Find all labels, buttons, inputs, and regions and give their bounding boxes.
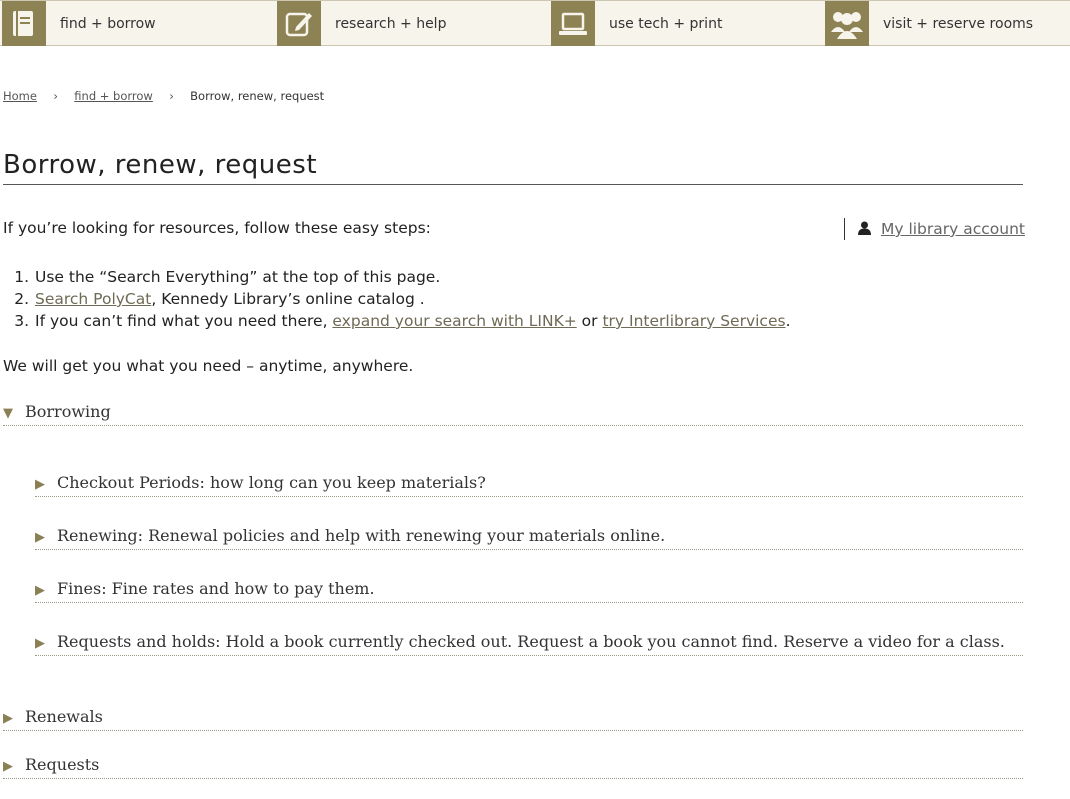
my-library-account-link[interactable]: My library account [881,220,1025,238]
accordion-label: Checkout Periods: how long can you keep … [57,473,486,492]
step-text: Use the “Search Everything” at the top o… [35,268,441,286]
triangle-right-icon: ▶ [3,759,13,774]
triangle-right-icon: ▶ [35,583,45,598]
breadcrumb-separator: › [169,89,174,103]
accordion-requests[interactable]: ▶ Requests [3,755,1023,779]
step-text: If you can’t find what you need there, [35,312,333,330]
page-title: Borrow, renew, request [3,150,1023,185]
accordion-label: Requests and holds: Hold a book currentl… [57,632,1005,651]
accordion-label: Borrowing [25,402,111,421]
nav-research-help[interactable]: research + help [277,1,446,46]
nav-label: use tech + print [609,15,723,32]
triangle-right-icon: ▶ [35,477,45,492]
list-item: 3. If you can’t find what you need there… [3,310,791,332]
book-icon [2,1,46,46]
breadcrumb-current: Borrow, renew, request [190,89,325,103]
user-icon [857,220,871,239]
accordion-label: Renewals [25,707,103,726]
list-item: 1. Use the “Search Everything” at the to… [3,266,791,288]
accordion-requests-holds[interactable]: ▶ Requests and holds: Hold a book current… [35,632,1023,656]
interlibrary-services-link[interactable]: try Interlibrary Services [602,312,785,330]
nav-label: find + borrow [60,15,156,32]
nav-label: research + help [335,15,447,32]
accordion-borrowing[interactable]: ▼ Borrowing [3,402,1023,426]
step-text: or [576,312,603,330]
triangle-right-icon: ▶ [35,636,45,651]
laptop-icon [551,1,595,46]
search-polycat-link[interactable]: Search PolyCat [35,290,151,308]
step-number: 1. [14,268,29,286]
breadcrumb-separator: › [53,89,58,103]
nav-find-borrow[interactable]: find + borrow [2,1,156,46]
step-text: , Kennedy Library’s online catalog . [151,290,425,308]
breadcrumb-section-link[interactable]: find + borrow [74,89,153,103]
closing-text: We will get you what you need – anytime,… [3,357,414,375]
account-box: My library account [844,218,1025,240]
step-number: 3. [14,312,29,330]
edit-icon [277,1,321,46]
accordion-label: Requests [25,755,100,774]
nav-use-tech-print[interactable]: use tech + print [551,1,722,46]
group-icon [825,1,869,46]
accordion-renewing[interactable]: ▶ Renewing: Renewal policies and help wit… [35,526,1023,550]
accordion-fines[interactable]: ▶ Fines: Fine rates and how to pay them. [35,579,1023,603]
accordion-label: Renewing: Renewal policies and help with… [57,526,666,545]
accordion-checkout-periods[interactable]: ▶ Checkout Periods: how long can you keep… [35,473,1023,497]
triangle-right-icon: ▶ [3,711,13,726]
nav-visit-reserve-rooms[interactable]: visit + reserve rooms [825,1,1033,46]
breadcrumb-home-link[interactable]: Home [3,89,37,103]
step-text: . [785,312,791,330]
link-plus-link[interactable]: expand your search with LINK+ [332,312,576,330]
top-navigation: find + borrow research + help use tech +… [0,0,1070,46]
breadcrumb: Home › find + borrow › Borrow, renew, re… [3,89,324,103]
intro-text: If you’re looking for resources, follow … [3,219,431,237]
step-number: 2. [14,290,29,308]
triangle-right-icon: ▶ [35,530,45,545]
triangle-down-icon: ▼ [3,406,13,421]
accordion-renewals[interactable]: ▶ Renewals [3,707,1023,731]
nav-label: visit + reserve rooms [883,15,1034,32]
accordion-label: Fines: Fine rates and how to pay them. [57,579,375,598]
steps-list: 1. Use the “Search Everything” at the to… [3,266,791,332]
list-item: 2. Search PolyCat, Kennedy Library’s onl… [3,288,791,310]
